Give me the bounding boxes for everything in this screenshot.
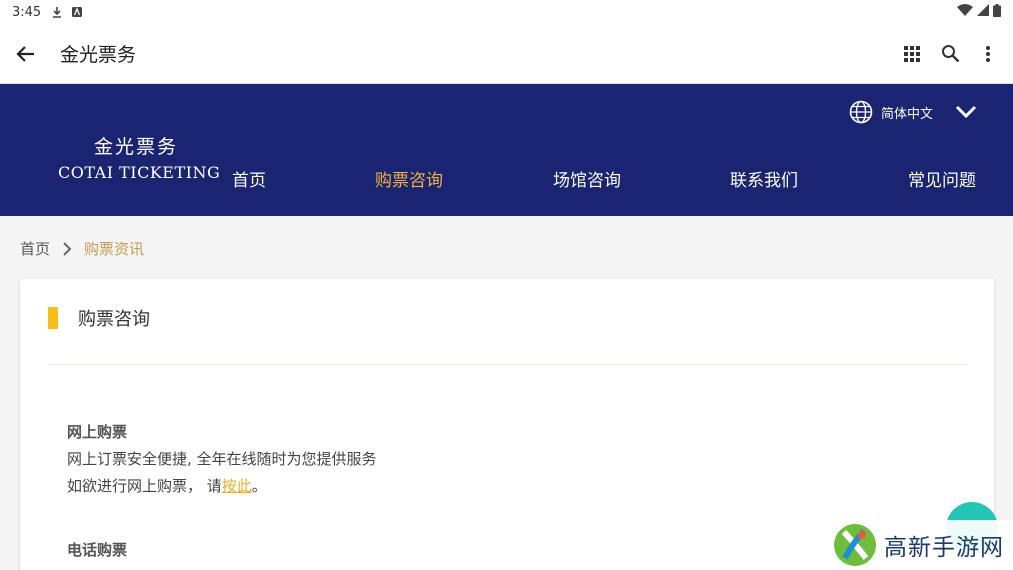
language-label: 简体中文 xyxy=(880,106,933,122)
more-options-button[interactable] xyxy=(969,34,1007,74)
download-icon xyxy=(51,6,63,18)
app-title: 金光票务 xyxy=(60,44,137,66)
nav-home[interactable]: 首页 xyxy=(232,166,266,191)
apps-grid-button[interactable] xyxy=(893,34,931,74)
search-icon xyxy=(941,45,959,63)
click-here-link[interactable]: 按此 xyxy=(222,477,252,495)
logo-en-text: COTAI TICKETING xyxy=(58,163,221,182)
section-description: 网上订票安全便捷, 全年在线随时为您提供服务 xyxy=(67,450,377,468)
battery-icon xyxy=(993,3,1001,21)
app-notification-icon xyxy=(71,6,83,18)
chevron-right-icon xyxy=(62,241,72,256)
nav-venue-inquiry[interactable]: 场馆咨询 xyxy=(553,166,621,191)
arrow-left-icon xyxy=(16,45,34,62)
card-header: 购票咨询 xyxy=(48,305,150,331)
language-selector[interactable]: 简体中文 xyxy=(849,100,977,124)
grid-icon xyxy=(904,45,920,62)
section-phone-booking: 电话购票 xyxy=(67,539,127,560)
more-vertical-icon xyxy=(986,45,990,62)
breadcrumb: 首页 购票资讯 xyxy=(20,238,144,259)
breadcrumb-current: 购票资讯 xyxy=(84,240,145,258)
nav-contact-us[interactable]: 联系我们 xyxy=(730,166,798,191)
section-cta-line: 如欲进行网上购票， 请按此。 xyxy=(67,475,377,496)
site-header: 金光票务 COTAI TICKETING 简体中文 首页 购票咨询 场馆咨询 联… xyxy=(0,84,1013,216)
title-accent-bar xyxy=(48,307,58,329)
app-bar: 金光票务 xyxy=(0,24,1013,84)
cta-prefix: 如欲进行网上购票， 请 xyxy=(67,477,222,495)
wifi-icon xyxy=(957,4,973,20)
card-title: 购票咨询 xyxy=(78,309,150,330)
signal-icon xyxy=(977,4,989,20)
logo-cn-text: 金光票务 xyxy=(93,136,178,158)
section-title: 电话购票 xyxy=(67,541,128,559)
section-title: 网上购票 xyxy=(67,423,128,441)
main-nav: 首页 购票咨询 场馆咨询 联系我们 常见问题 xyxy=(232,166,992,194)
chevron-down-icon xyxy=(955,105,977,119)
watermark-logo-icon xyxy=(834,524,876,566)
breadcrumb-home[interactable]: 首页 xyxy=(20,238,50,259)
logo[interactable]: 金光票务 COTAI TICKETING xyxy=(58,132,221,182)
section-online-booking: 网上购票 网上订票安全便捷, 全年在线随时为您提供服务 如欲进行网上购票， 请按… xyxy=(67,421,377,496)
divider xyxy=(48,364,966,365)
status-bar: 3:45 xyxy=(0,0,1013,24)
watermark-text: 高新手游网 xyxy=(884,535,1004,561)
status-time: 3:45 xyxy=(12,4,42,20)
watermark: 高新手游网 xyxy=(826,520,1013,570)
nav-ticket-inquiry[interactable]: 购票咨询 xyxy=(375,166,443,191)
cta-suffix: 。 xyxy=(251,477,267,495)
back-button[interactable] xyxy=(0,24,52,84)
globe-icon xyxy=(849,100,873,124)
nav-faq[interactable]: 常见问题 xyxy=(908,166,976,191)
search-button[interactable] xyxy=(931,34,969,74)
